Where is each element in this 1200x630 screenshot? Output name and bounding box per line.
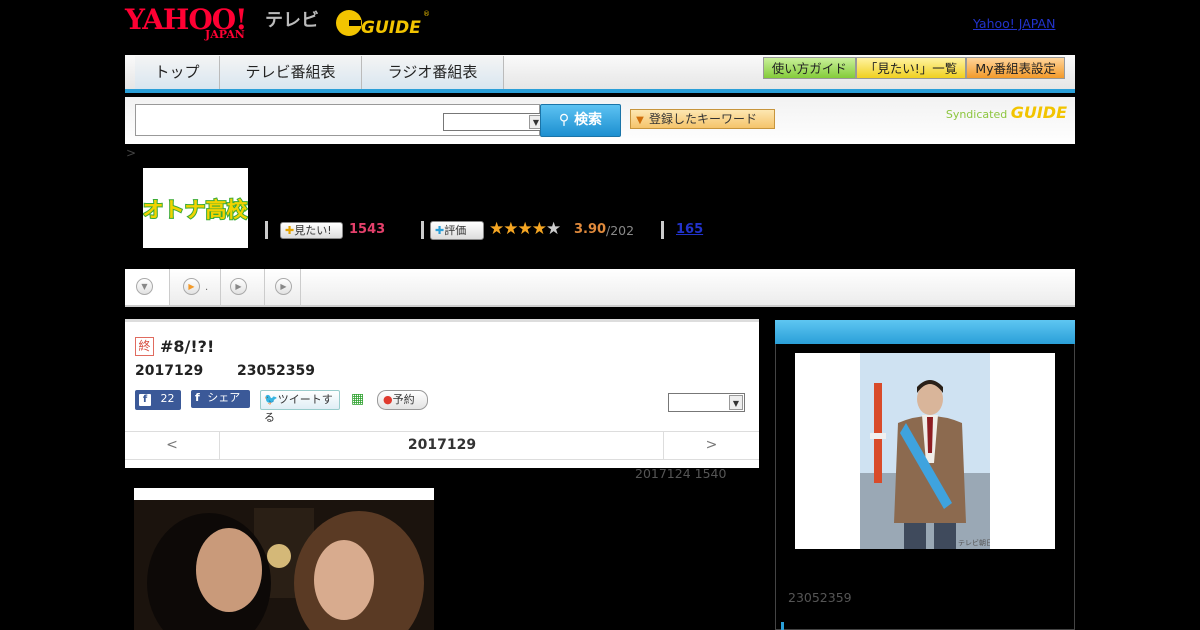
- episode-still-photo: [134, 488, 434, 630]
- cast-photo-image: テレビ朝日: [860, 353, 990, 549]
- tv-logo[interactable]: テレビ: [265, 6, 319, 32]
- svg-text:®: ®: [423, 10, 430, 18]
- search-button-label: 検索: [574, 112, 603, 128]
- reserve-label: 予約: [392, 393, 415, 406]
- search-button[interactable]: ⚲ 検索: [540, 104, 621, 137]
- tab-tv-schedule[interactable]: テレビ番組表: [220, 56, 362, 89]
- facebook-like-button[interactable]: f 22: [135, 390, 181, 410]
- rate-button[interactable]: ✚評価: [430, 221, 484, 240]
- want-list-button[interactable]: 「見たい!」一覧: [855, 57, 967, 79]
- sidebar-panel: テレビ朝日 23052359: [775, 344, 1075, 630]
- updated-timestamp: 2017124 1540: [635, 466, 727, 481]
- yahoo-japan-link[interactable]: Yahoo! JAPAN: [973, 16, 1055, 31]
- syndicated-gguide-logo: GUIDE: [1010, 103, 1067, 122]
- syndicated-logo: Syndicated GUIDE: [946, 103, 1067, 122]
- svg-text:GUIDE: GUIDE: [361, 18, 421, 38]
- episode-panel: 終 #8/!?! 2017129 23052359 f 22 f シェア 🐦ツイ…: [125, 319, 759, 468]
- tweet-button[interactable]: 🐦ツイートする: [260, 390, 340, 424]
- content-tab-strip: ▼ ▶ . ▶ ▶: [125, 269, 1075, 307]
- guide-button[interactable]: 使い方ガイド: [762, 57, 856, 79]
- record-icon: ●: [383, 393, 393, 406]
- plus-icon: ✚: [435, 224, 445, 237]
- plus-icon: ✚: [285, 224, 295, 237]
- photo-credit: テレビ朝日: [958, 538, 990, 547]
- play-icon: ▶: [275, 278, 292, 295]
- syndicated-label: Syndicated: [945, 108, 1008, 121]
- search-input[interactable]: ▼: [135, 104, 545, 136]
- chevron-down-icon: ▼: [136, 278, 153, 295]
- search-bar: ▼ ⚲ 検索 ▼ 登録したキーワード Syndicated GUIDE: [125, 97, 1075, 144]
- rating-value: 3.90: [574, 222, 607, 237]
- share-label: シェア: [207, 391, 241, 404]
- episode-pager: < 2017129 >: [125, 431, 759, 460]
- reserve-button[interactable]: ●予約: [377, 390, 428, 410]
- want-button[interactable]: ✚見たい!: [280, 222, 343, 239]
- tab-radio-schedule[interactable]: ラジオ番組表: [362, 56, 504, 89]
- star-icon: ★: [517, 219, 533, 239]
- search-icon: ⚲: [558, 112, 570, 128]
- sidebar-header: [775, 320, 1075, 344]
- tab-dot: .: [205, 282, 209, 293]
- tab-overview[interactable]: ▼: [125, 269, 170, 305]
- ended-badge: 終: [135, 337, 154, 356]
- cast-photo: テレビ朝日: [795, 353, 1055, 549]
- cast-id: 23052359: [788, 590, 852, 605]
- episode-date: 2017129: [135, 363, 204, 379]
- episode-id: 23052359: [237, 363, 315, 379]
- triangle-down-icon: ▼: [636, 115, 644, 126]
- star-icon: ★: [489, 219, 504, 239]
- play-icon: ▶: [183, 278, 200, 295]
- star-icon: ★: [503, 219, 518, 239]
- yahoo-logo-sub: JAPAN: [205, 28, 245, 41]
- twitter-icon: 🐦: [264, 393, 278, 406]
- want-label: 見たい!: [294, 224, 332, 237]
- saved-keyword-button[interactable]: ▼ 登録したキーワード: [630, 109, 775, 129]
- breadcrumb: >: [126, 146, 137, 160]
- star-empty-icon: ★: [546, 219, 561, 239]
- review-count-link[interactable]: 165: [676, 222, 703, 237]
- like-count: 22: [160, 392, 175, 405]
- facebook-share-button[interactable]: f シェア: [191, 390, 250, 408]
- star-icon: ★: [531, 219, 547, 239]
- tab-cast[interactable]: ▶: [221, 269, 265, 305]
- current-episode-date: 2017129: [407, 437, 477, 453]
- prev-episode-button[interactable]: <: [125, 432, 220, 459]
- tab-top[interactable]: トップ: [135, 56, 220, 89]
- nav-button-group: 使い方ガイド 「見たい!」一覧 My番組表設定: [762, 57, 1065, 79]
- search-category-select[interactable]: ▼: [443, 113, 545, 131]
- gguide-logo[interactable]: GUIDE ®: [335, 6, 430, 40]
- divider: [265, 221, 268, 239]
- next-episode-button[interactable]: >: [663, 432, 759, 459]
- section-marker: [781, 622, 784, 630]
- rating-count: /202: [606, 223, 635, 238]
- program-logo-text: オトナ高校: [143, 198, 248, 222]
- saved-keyword-label: 登録したキーワード: [649, 112, 758, 126]
- episode-select[interactable]: ▼: [668, 393, 745, 412]
- chevron-down-icon: ▼: [729, 395, 743, 410]
- episode-title: #8/!?!: [160, 337, 215, 356]
- tab-reviews[interactable]: ▶: [265, 269, 301, 305]
- want-count: 1543: [349, 222, 386, 237]
- facebook-icon: f: [139, 394, 151, 406]
- play-icon: ▶: [230, 278, 247, 295]
- facebook-icon: f: [195, 391, 200, 404]
- divider: [661, 221, 664, 239]
- add-calendar-icon[interactable]: ▦: [351, 390, 367, 410]
- rating-stars: ★★★★★: [489, 219, 561, 239]
- my-schedule-button[interactable]: My番組表設定: [966, 57, 1065, 79]
- divider: [421, 221, 424, 239]
- rate-label: 評価: [444, 224, 467, 237]
- program-logo: オトナ高校: [143, 168, 248, 248]
- main-nav: トップ テレビ番組表 ラジオ番組表 使い方ガイド 「見たい!」一覧 My番組表設…: [125, 55, 1075, 93]
- tab-episodes[interactable]: ▶ .: [170, 269, 221, 305]
